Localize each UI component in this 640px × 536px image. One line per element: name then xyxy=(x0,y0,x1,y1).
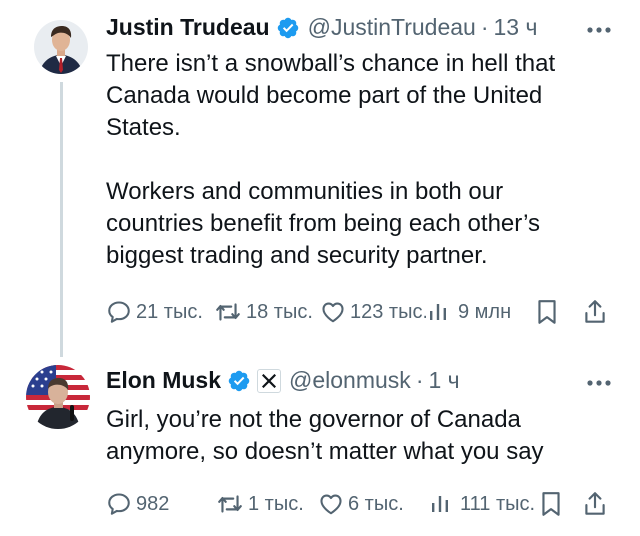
like-count: 123 тыс. xyxy=(350,300,429,323)
reply-button[interactable]: 982 xyxy=(106,488,169,520)
more-dots-icon[interactable] xyxy=(584,375,614,391)
separator-dot: · xyxy=(415,367,424,393)
tweet-timestamp[interactable]: 1 ч xyxy=(428,367,459,394)
author-handle[interactable]: @JustinTrudeau xyxy=(308,14,476,41)
views-button[interactable]: 9 млн xyxy=(426,296,512,328)
like-button[interactable]: 123 тыс. xyxy=(320,296,428,328)
separator-dot: · xyxy=(480,14,489,40)
avatar[interactable] xyxy=(26,365,90,429)
tweet-timestamp[interactable]: 13 ч xyxy=(494,14,538,41)
verified-badge-icon[interactable] xyxy=(276,16,300,40)
repost-button[interactable]: 1 тыс. xyxy=(216,488,304,520)
author-name[interactable]: Justin Trudeau xyxy=(106,14,270,41)
author-name[interactable]: Elon Musk xyxy=(106,367,221,394)
like-button[interactable]: 6 тыс. xyxy=(318,488,404,520)
reply-count: 21 тыс. xyxy=(136,300,203,323)
share-button[interactable] xyxy=(582,296,608,328)
heart-outline-icon xyxy=(320,494,342,515)
repost-count: 18 тыс. xyxy=(246,300,313,323)
like-count: 6 тыс. xyxy=(348,492,404,515)
bar-chart-icon xyxy=(430,304,446,320)
repost-count: 1 тыс. xyxy=(248,492,304,515)
share-button[interactable] xyxy=(582,488,608,520)
tweet-header: Justin Trudeau @JustinTrudeau · 13 ч xyxy=(106,14,537,41)
reply-count: 982 xyxy=(136,492,170,515)
bookmark-icon xyxy=(538,300,556,324)
tweet-trudeau[interactable]: Justin Trudeau @JustinTrudeau · 13 ч The… xyxy=(0,0,640,357)
reply-button[interactable]: 21 тыс. xyxy=(106,296,203,328)
repost-arrows-icon xyxy=(218,495,242,513)
tweet-paragraph: Workers and communities in both our coun… xyxy=(106,178,541,269)
heart-outline-icon xyxy=(322,302,344,323)
x-affiliation-logo[interactable] xyxy=(257,368,282,393)
author-handle[interactable]: @elonmusk xyxy=(289,367,411,394)
avatar-musk-image xyxy=(26,365,90,429)
tweet-thread: Justin Trudeau @JustinTrudeau · 13 ч The… xyxy=(0,0,640,536)
thread-connector-line xyxy=(60,82,63,357)
tweet-actions: 982 1 тыс. 6 тыс. 111 тыс. xyxy=(104,488,614,520)
avatar-trudeau-image xyxy=(34,20,88,74)
tweet-text: Girl, you’re not the governor of Canada … xyxy=(106,404,606,468)
tweet-actions: 21 тыс. 18 тыс. 123 тыс. 9 млн xyxy=(104,296,614,328)
avatar[interactable] xyxy=(34,20,88,74)
speech-bubble-icon xyxy=(108,301,130,323)
tweet-paragraph: Girl, you’re not the governor of Canada … xyxy=(106,406,544,465)
views-count: 111 тыс. xyxy=(460,492,536,515)
views-count: 9 млн xyxy=(458,300,512,323)
views-button[interactable]: 111 тыс. xyxy=(428,488,535,520)
upload-share-icon xyxy=(585,492,605,515)
bookmark-button[interactable] xyxy=(534,296,560,328)
repost-button[interactable]: 18 тыс. xyxy=(214,296,313,328)
bar-chart-icon xyxy=(432,496,448,512)
repost-arrows-icon xyxy=(216,303,240,321)
bookmark-icon xyxy=(542,492,560,516)
tweet-text: There isn’t a snowball’s chance in hell … xyxy=(106,48,606,272)
verified-badge-icon[interactable] xyxy=(227,369,251,393)
tweet-header: Elon Musk @elonmusk · 1 ч xyxy=(106,367,460,394)
tweet-paragraph: There isn’t a snowball’s chance in hell … xyxy=(106,50,556,141)
bookmark-button[interactable] xyxy=(538,488,564,520)
more-dots-icon[interactable] xyxy=(584,22,614,38)
tweet-musk[interactable]: Elon Musk @elonmusk · 1 ч Girl, you’re n… xyxy=(0,350,640,536)
speech-bubble-icon xyxy=(108,493,130,515)
upload-share-icon xyxy=(585,300,605,323)
